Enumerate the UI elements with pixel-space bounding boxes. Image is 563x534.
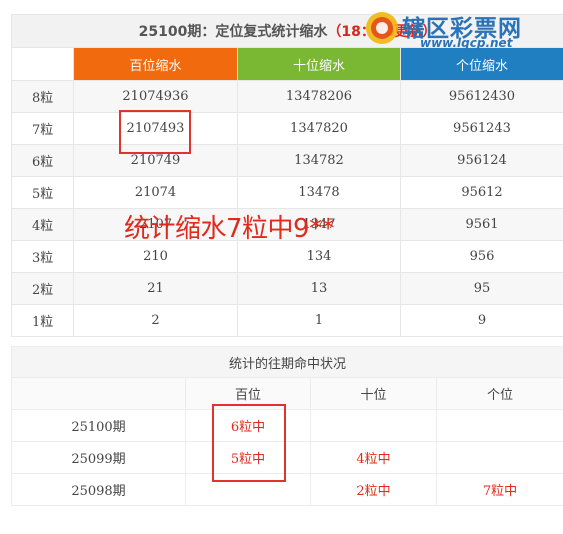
- position-shrink-table: 25100期：定位复式统计缩水（18：00更新） 百位缩水 十位缩水 个位缩水 …: [11, 14, 563, 337]
- table-row: 6粒 210749 134782 956124: [11, 144, 563, 177]
- issue-label: 25100期: [11, 409, 186, 442]
- row-label: 4粒: [11, 208, 74, 241]
- row-label: 7粒: [11, 112, 74, 145]
- tens-cell: 134: [237, 240, 401, 273]
- row-label: 3粒: [11, 240, 74, 273]
- header-tens: 十位缩水: [237, 47, 401, 81]
- units-cell: 95: [400, 272, 563, 305]
- highlight-box-7-hundreds: [119, 110, 191, 154]
- units-cell: 95612: [400, 176, 563, 209]
- units-cell: 956124: [400, 144, 563, 177]
- row-label: 2粒: [11, 272, 74, 305]
- title-main: 25100期：定位复式统计缩水: [138, 24, 328, 40]
- hundreds-cell: 21074: [73, 176, 238, 209]
- history-title: 统计的往期命中状况: [10, 346, 563, 378]
- history-header-tens: 十位: [310, 377, 437, 410]
- history-header-units: 个位: [435, 377, 563, 410]
- tens-cell: 1: [237, 304, 401, 337]
- watermark-url: www.lqcp.net: [420, 36, 513, 50]
- header-units: 个位缩水: [400, 47, 563, 81]
- issue-label: 25099期: [11, 441, 186, 474]
- header-hundreds: 百位缩水: [73, 47, 238, 81]
- tens-hit: 2粒中: [310, 473, 437, 506]
- history-row: 25100期 6粒中: [11, 409, 563, 442]
- hundreds-cell: 21: [73, 272, 238, 305]
- annotation-text: 统计缩水7粒中9**: [124, 214, 335, 244]
- table-row: 1粒 2 1 9: [11, 304, 563, 337]
- row-label: 5粒: [11, 176, 74, 209]
- hit-history-table: 统计的往期命中状况 百位 十位 个位 25100期 6粒中 25099期 5粒中…: [10, 346, 563, 506]
- history-row: 25099期 5粒中 4粒中: [11, 441, 563, 474]
- hundreds-cell: 21074936: [73, 80, 238, 113]
- tens-cell: 13478: [237, 176, 401, 209]
- units-hit: 7粒中: [435, 473, 563, 506]
- hundreds-cell: 2: [73, 304, 238, 337]
- units-hit: [435, 441, 563, 474]
- tens-cell: 13: [237, 272, 401, 305]
- units-hit: [435, 409, 563, 442]
- table-row: 2粒 21 13 95: [11, 272, 563, 305]
- highlight-box-history-hundreds: [212, 404, 286, 482]
- history-row: 25098期 2粒中 7粒中: [11, 473, 563, 506]
- table-row: 5粒 21074 13478 95612: [11, 176, 563, 209]
- units-cell: 95612430: [400, 80, 563, 113]
- tens-cell: 1347820: [237, 112, 401, 145]
- table-row: 8粒 21074936 13478206 95612430: [11, 80, 563, 113]
- units-cell: 9: [400, 304, 563, 337]
- units-cell: 9561243: [400, 112, 563, 145]
- row-label: 6粒: [11, 144, 74, 177]
- tens-hit: [310, 409, 437, 442]
- table-row: 3粒 210 134 956: [11, 240, 563, 273]
- issue-label: 25098期: [11, 473, 186, 506]
- hundreds-cell: 210: [73, 240, 238, 273]
- units-cell: 9561: [400, 208, 563, 241]
- history-header-empty: [11, 377, 186, 410]
- tens-cell: 13478206: [237, 80, 401, 113]
- table-row: 7粒 2107493 1347820 9561243: [11, 112, 563, 145]
- header-empty-cell: [11, 47, 74, 81]
- tens-hit: 4粒中: [310, 441, 437, 474]
- units-cell: 956: [400, 240, 563, 273]
- tens-cell: 134782: [237, 144, 401, 177]
- row-label: 1粒: [11, 304, 74, 337]
- row-label: 8粒: [11, 80, 74, 113]
